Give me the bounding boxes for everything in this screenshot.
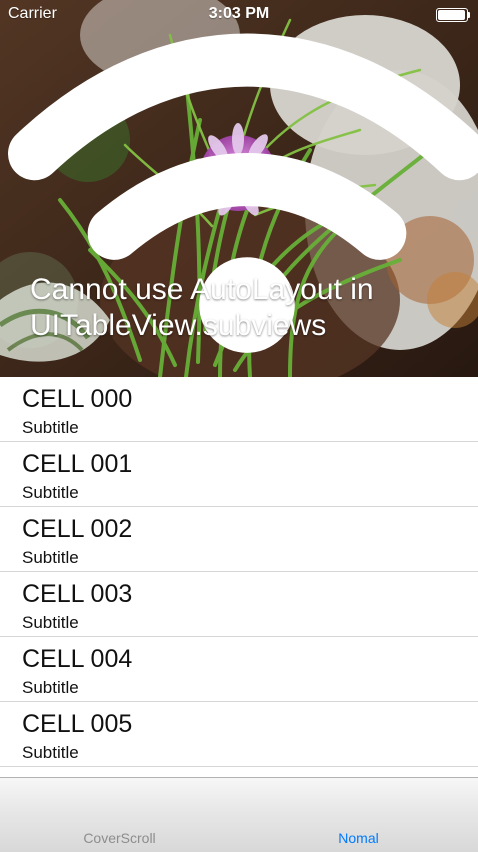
status-bar: Carrier 3:03 PM xyxy=(0,0,478,353)
header-title-line-1: Cannot use AutoLayout in xyxy=(30,273,374,306)
table-view[interactable]: CELL 000 Subtitle CELL 001 Subtitle CELL… xyxy=(0,377,478,777)
cell-title: CELL 003 xyxy=(22,580,133,608)
tab-bar: CoverScroll Nomal xyxy=(0,777,478,852)
table-row[interactable]: CELL 002 Subtitle xyxy=(0,507,478,572)
table-row[interactable]: CELL 000 Subtitle xyxy=(0,377,478,442)
tab-nomal-label: Nomal xyxy=(338,830,379,846)
header-image: Carrier 3:03 PM Cannot use AutoLayout in… xyxy=(0,0,478,377)
cell-title: CELL 000 xyxy=(22,385,133,413)
table-row[interactable]: CELL 004 Subtitle xyxy=(0,637,478,702)
cell-subtitle: Subtitle xyxy=(22,743,79,762)
cell-subtitle: Subtitle xyxy=(22,483,79,502)
tab-coverscroll[interactable]: CoverScroll xyxy=(0,778,239,852)
cell-subtitle: Subtitle xyxy=(22,678,79,697)
header-title-line-2: UITableView.subviews xyxy=(30,309,327,342)
tab-nomal[interactable]: Nomal xyxy=(239,778,478,852)
table-row[interactable]: CELL 001 Subtitle xyxy=(0,442,478,507)
cell-subtitle: Subtitle xyxy=(22,548,79,567)
status-time: 3:03 PM xyxy=(208,5,270,22)
cell-title: CELL 001 xyxy=(22,450,133,478)
header-title: Cannot use AutoLayout in UITableView.sub… xyxy=(30,272,450,344)
cell-title: CELL 004 xyxy=(22,645,133,673)
table-row[interactable]: CELL 005 Subtitle xyxy=(0,702,478,767)
tab-coverscroll-label: CoverScroll xyxy=(83,830,156,846)
cell-subtitle: Subtitle xyxy=(22,418,79,437)
cell-subtitle: Subtitle xyxy=(22,613,79,632)
table-row[interactable]: CELL 003 Subtitle xyxy=(0,572,478,637)
battery-icon xyxy=(436,8,470,22)
cell-title: CELL 002 xyxy=(22,515,133,543)
cell-title: CELL 005 xyxy=(22,710,133,738)
